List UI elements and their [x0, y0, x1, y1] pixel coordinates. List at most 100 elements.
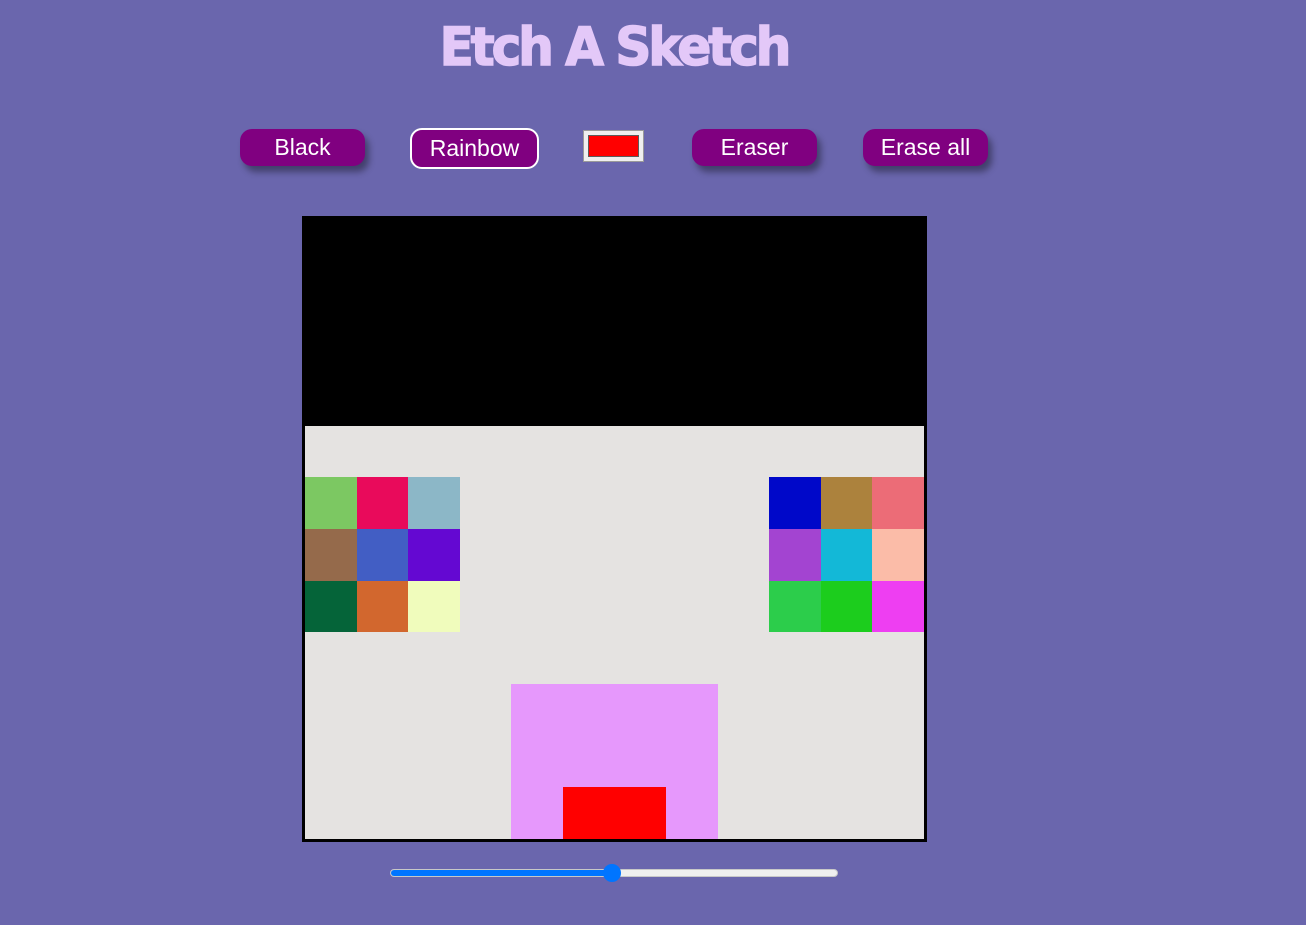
grid-cell[interactable] [614, 684, 667, 736]
grid-cell[interactable] [305, 477, 357, 529]
grid-cell[interactable] [717, 374, 770, 426]
grid-cell[interactable] [357, 787, 409, 839]
grid-cell[interactable] [666, 477, 718, 529]
grid-cell[interactable] [614, 632, 666, 684]
grid-cell[interactable] [408, 529, 460, 581]
grid-cell[interactable] [614, 219, 667, 271]
grid-cell[interactable] [872, 580, 924, 633]
grid-cell[interactable] [614, 426, 666, 478]
grid-cell[interactable] [408, 736, 460, 788]
grid-cell[interactable] [872, 684, 924, 736]
grid-cell[interactable] [769, 787, 821, 839]
grid-cell[interactable] [563, 426, 615, 478]
grid-cell[interactable] [460, 529, 512, 581]
grid-cell[interactable] [666, 581, 718, 633]
grid-cell[interactable] [562, 270, 615, 323]
grid-cell[interactable] [614, 270, 667, 323]
grid-cell[interactable] [305, 529, 357, 581]
grid-cell[interactable] [872, 219, 924, 271]
grid-cell[interactable] [408, 322, 460, 374]
grid-cell[interactable] [408, 632, 460, 684]
grid-cell[interactable] [408, 219, 460, 271]
grid-cell[interactable] [769, 426, 821, 478]
grid-cell[interactable] [356, 580, 409, 633]
grid-cell[interactable] [460, 684, 512, 736]
grid-cell[interactable] [872, 736, 924, 788]
grid-cell[interactable] [563, 529, 615, 581]
grid-cell[interactable] [718, 426, 770, 478]
grid-cell[interactable] [614, 787, 667, 839]
grid-cell[interactable] [769, 322, 821, 374]
grid-cell[interactable] [511, 219, 563, 271]
eraser-mode-button[interactable]: Eraser [692, 129, 817, 166]
grid-cell[interactable] [459, 270, 512, 323]
grid-cell[interactable] [459, 322, 512, 374]
grid-cell[interactable] [872, 270, 924, 323]
grid-cell[interactable] [666, 735, 718, 788]
grid-cell[interactable] [460, 632, 512, 684]
grid-cell[interactable] [305, 270, 357, 323]
grid-cell[interactable] [408, 477, 460, 529]
grid-cell[interactable] [614, 477, 666, 529]
grid-cell[interactable] [872, 322, 924, 374]
grid-cell[interactable] [408, 374, 460, 426]
grid-cell[interactable] [563, 581, 615, 633]
erase-all-button[interactable]: Erase all [863, 129, 988, 166]
grid-cell[interactable] [563, 477, 615, 529]
grid-cell[interactable] [408, 426, 460, 478]
grid-cell[interactable] [562, 374, 615, 426]
grid-cell[interactable] [356, 477, 409, 529]
grid-cell[interactable] [717, 270, 770, 323]
grid-cell[interactable] [511, 529, 563, 581]
grid-cell[interactable] [357, 684, 409, 736]
grid-cell[interactable] [562, 684, 615, 736]
grid-cell[interactable] [511, 477, 563, 529]
grid-cell[interactable] [459, 219, 512, 271]
grid-cell[interactable] [459, 374, 512, 426]
grid-cell[interactable] [562, 219, 615, 271]
grid-cell[interactable] [460, 477, 512, 529]
grid-cell[interactable] [305, 426, 357, 478]
grid-cell[interactable] [511, 581, 563, 633]
grid-cell[interactable] [562, 735, 615, 788]
sketch-grid[interactable] [302, 216, 927, 842]
grid-cell[interactable] [511, 270, 563, 323]
grid-cell[interactable] [511, 374, 563, 426]
grid-cell[interactable] [872, 426, 924, 478]
grid-cell[interactable] [717, 219, 770, 271]
grid-cell[interactable] [821, 736, 873, 788]
grid-cell[interactable] [769, 477, 821, 529]
grid-cell[interactable] [511, 787, 563, 839]
grid-cell[interactable] [460, 426, 512, 478]
grid-cell[interactable] [872, 529, 924, 581]
grid-cell[interactable] [357, 632, 409, 684]
grid-cell[interactable] [769, 580, 821, 633]
grid-cell[interactable] [614, 322, 667, 374]
grid-cell[interactable] [718, 736, 770, 788]
grid-cell[interactable] [821, 632, 873, 684]
grid-cell[interactable] [305, 736, 357, 788]
grid-cell[interactable] [305, 580, 357, 633]
grid-cell[interactable] [356, 270, 409, 323]
grid-cell[interactable] [614, 581, 666, 633]
grid-cell[interactable] [821, 426, 873, 478]
grid-cell[interactable] [769, 736, 821, 788]
black-mode-button[interactable]: Black [240, 129, 365, 166]
grid-cell[interactable] [872, 374, 924, 426]
grid-cell[interactable] [666, 529, 718, 581]
grid-cell[interactable] [511, 426, 563, 478]
grid-cell[interactable] [666, 270, 718, 323]
grid-cell[interactable] [872, 787, 924, 839]
grid-cell[interactable] [305, 219, 357, 271]
grid-cell[interactable] [820, 477, 873, 529]
slider-thumb[interactable] [602, 864, 621, 882]
grid-cell[interactable] [718, 529, 770, 581]
grid-cell[interactable] [666, 632, 718, 684]
grid-cell[interactable] [305, 684, 357, 736]
grid-cell[interactable] [666, 787, 718, 839]
grid-cell[interactable] [511, 322, 563, 374]
grid-cell[interactable] [563, 632, 615, 684]
grid-cell[interactable] [614, 529, 666, 581]
grid-cell[interactable] [769, 632, 821, 684]
grid-cell[interactable] [460, 581, 512, 633]
